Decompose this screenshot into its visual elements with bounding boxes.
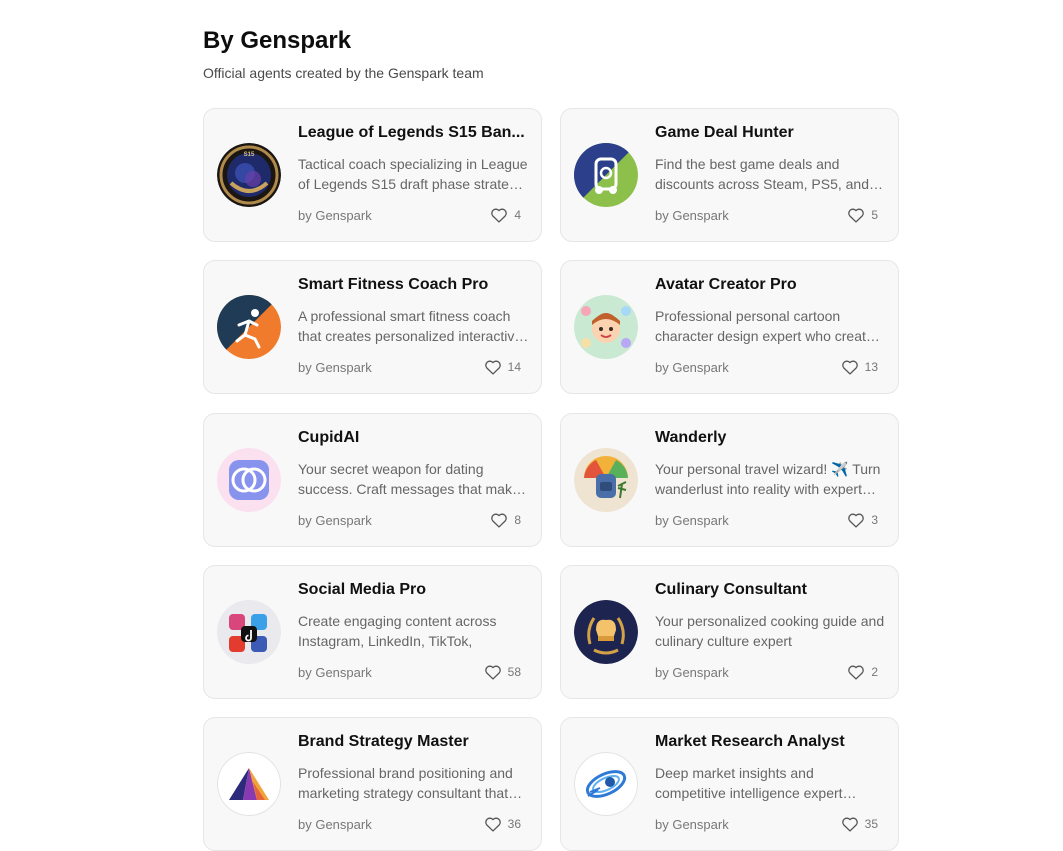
agent-author: by Genspark <box>655 817 729 832</box>
like-button[interactable]: 13 <box>841 359 878 375</box>
heart-icon <box>491 208 508 223</box>
like-button[interactable]: 58 <box>484 664 521 680</box>
like-button[interactable]: 4 <box>490 207 521 223</box>
heart-icon <box>484 360 501 375</box>
like-count: 35 <box>864 817 878 831</box>
agent-author: by Genspark <box>298 817 372 832</box>
like-button[interactable]: 14 <box>484 359 521 375</box>
agent-card-brand-strategy-master[interactable]: Brand Strategy Master Professional brand… <box>203 717 542 851</box>
travel-backpack-icon <box>574 448 638 512</box>
like-button[interactable]: 5 <box>847 207 878 223</box>
agent-author: by Genspark <box>655 208 729 223</box>
cupid-rings-icon <box>217 448 281 512</box>
agent-title: Wanderly <box>655 429 727 446</box>
agent-title: Smart Fitness Coach Pro <box>298 276 489 293</box>
like-count: 2 <box>871 665 878 679</box>
chef-hat-laurel-icon <box>574 600 638 664</box>
like-count: 36 <box>507 817 521 831</box>
agent-description: Deep market insights and competitive int… <box>655 765 843 801</box>
like-count: 5 <box>871 208 878 222</box>
like-count: 13 <box>864 360 878 374</box>
heart-icon <box>848 665 865 680</box>
agent-title: Game Deal Hunter <box>655 124 794 141</box>
fitness-runner-icon <box>217 295 281 359</box>
section-subtitle: Official agents created by the Genspark … <box>203 65 484 81</box>
agent-title: Avatar Creator Pro <box>655 276 797 293</box>
agent-description: A professional smart fitness coach that … <box>298 308 523 344</box>
agent-title: Social Media Pro <box>298 581 427 598</box>
heart-icon <box>491 513 508 528</box>
heart-icon <box>841 817 858 832</box>
brand-triangle-icon <box>217 752 281 816</box>
agent-author: by Genspark <box>298 208 372 223</box>
svg-text:S15: S15 <box>244 152 255 158</box>
agent-description: Create engaging content across Instagram… <box>298 613 497 649</box>
agent-card-cupidai[interactable]: CupidAI Your secret weapon for dating su… <box>203 413 542 547</box>
agent-description: Professional brand positioning and marke… <box>298 765 513 801</box>
like-button[interactable]: 3 <box>847 512 878 528</box>
worlds-badge-icon: S15 <box>217 143 281 207</box>
like-count: 4 <box>514 208 521 222</box>
agent-author: by Genspark <box>655 513 729 528</box>
agent-card-league-of-legends[interactable]: S15 League of Legends S15 Ban... Tactica… <box>203 108 542 242</box>
heart-icon <box>484 665 501 680</box>
agent-card-smart-fitness-coach-pro[interactable]: Smart Fitness Coach Pro A professional s… <box>203 260 542 394</box>
like-button[interactable]: 36 <box>484 816 521 832</box>
like-count: 14 <box>507 360 521 374</box>
cartoon-face-icon <box>574 295 638 359</box>
gamepad-deal-icon <box>574 143 638 207</box>
like-button[interactable]: 8 <box>490 512 521 528</box>
section-title: By Genspark <box>203 27 352 54</box>
agent-card-market-research-analyst[interactable]: Market Research Analyst Deep market insi… <box>560 717 899 851</box>
like-count: 58 <box>507 665 521 679</box>
agent-card-avatar-creator-pro[interactable]: Avatar Creator Pro Professional personal… <box>560 260 899 394</box>
agent-author: by Genspark <box>298 665 372 680</box>
agent-description: Tactical coach specializing in League of… <box>298 156 528 192</box>
heart-icon <box>484 817 501 832</box>
like-count: 8 <box>514 513 521 527</box>
like-button[interactable]: 35 <box>841 816 878 832</box>
agent-author: by Genspark <box>298 513 372 528</box>
like-button[interactable]: 2 <box>847 664 878 680</box>
agent-card-game-deal-hunter[interactable]: Game Deal Hunter Find the best game deal… <box>560 108 899 242</box>
agent-description: Professional personal cartoon character … <box>655 308 881 344</box>
agent-author: by Genspark <box>655 665 729 680</box>
social-apps-icon <box>217 600 281 664</box>
agent-description: Your personal travel wizard! ✈️ Turn wan… <box>655 461 881 497</box>
agent-author: by Genspark <box>655 360 729 375</box>
agent-title: Market Research Analyst <box>655 733 845 750</box>
agent-card-social-media-pro[interactable]: Social Media Pro Create engaging content… <box>203 565 542 699</box>
agent-description: Your personalized cooking guide and culi… <box>655 613 885 649</box>
like-count: 3 <box>871 513 878 527</box>
heart-icon <box>848 513 865 528</box>
agent-author: by Genspark <box>298 360 372 375</box>
agent-title: CupidAI <box>298 429 360 446</box>
agent-description: Your secret weapon for dating success. C… <box>298 461 520 497</box>
agent-card-wanderly[interactable]: Wanderly Your personal travel wizard! ✈️… <box>560 413 899 547</box>
agent-title: Culinary Consultant <box>655 581 808 598</box>
agent-title: League of Legends S15 Ban... <box>298 124 525 141</box>
heart-icon <box>841 360 858 375</box>
agent-description: Find the best game deals and discounts a… <box>655 156 869 192</box>
agent-title: Brand Strategy Master <box>298 733 469 750</box>
heart-icon <box>848 208 865 223</box>
market-globe-icon <box>574 752 638 816</box>
agent-card-culinary-consultant[interactable]: Culinary Consultant Your personalized co… <box>560 565 899 699</box>
